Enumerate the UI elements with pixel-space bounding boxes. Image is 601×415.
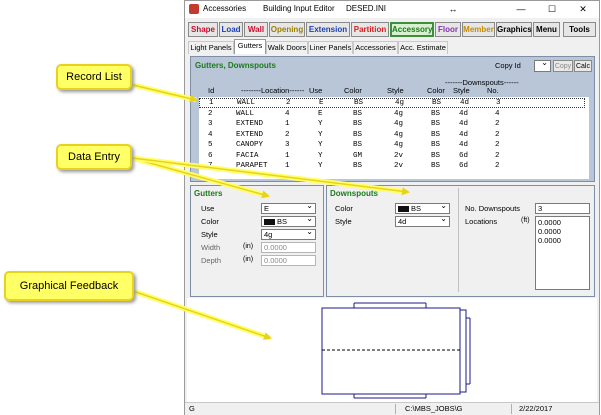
callout-graphical-feedback: Graphical Feedback: [4, 271, 134, 301]
arrow-data-entry-downspouts-edge: [131, 157, 410, 196]
callout-arrows: [111, 77, 410, 341]
arrow-graphical-feedback-edge: [129, 289, 272, 340]
arrow-data-entry-gutters-edge: [131, 157, 270, 199]
callout-record-list: Record List: [56, 64, 132, 90]
callout-data-entry: Data Entry: [56, 144, 132, 170]
